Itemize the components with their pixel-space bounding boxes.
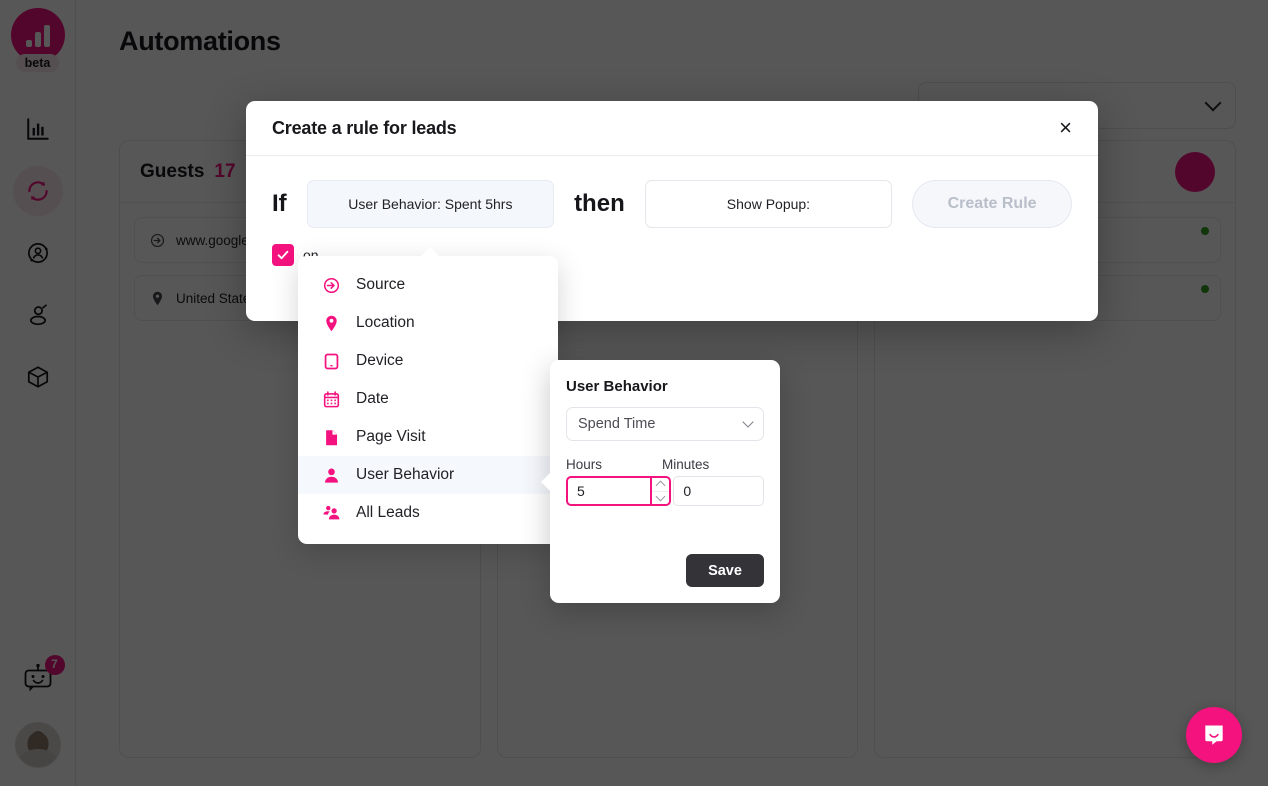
dropdown-item-source[interactable]: Source — [298, 266, 558, 304]
then-label: then — [574, 190, 625, 217]
action-button[interactable]: Show Popup: — [644, 180, 893, 228]
condition-chip[interactable]: User Behavior: Spent 5hrs — [306, 180, 555, 228]
people-group-icon — [322, 504, 341, 523]
dropdown-item-page-visit[interactable]: Page Visit — [298, 418, 558, 456]
rule-option-checkbox[interactable] — [272, 244, 294, 266]
close-icon[interactable]: × — [1059, 117, 1072, 139]
dropdown-item-label: Source — [356, 276, 406, 293]
dropdown-item-user-behavior[interactable]: User Behavior — [298, 456, 558, 494]
chevron-up-icon — [655, 480, 666, 491]
source-icon — [322, 276, 341, 295]
person-icon — [322, 466, 341, 485]
hours-field[interactable] — [566, 476, 652, 506]
rule-builder-row: If User Behavior: Spent 5hrs then Show P… — [246, 156, 1098, 228]
dropdown-item-label: Device — [356, 352, 404, 369]
chevron-down-icon — [742, 416, 754, 428]
dropdown-item-label: Date — [356, 390, 389, 407]
check-icon — [277, 250, 289, 260]
save-button[interactable]: Save — [686, 554, 764, 587]
intercom-chat-icon — [1205, 725, 1223, 745]
minutes-field[interactable] — [673, 476, 764, 506]
dropdown-item-label: Page Visit — [356, 428, 426, 445]
hours-input[interactable] — [568, 478, 650, 504]
behavior-type-select[interactable]: Spend Time — [566, 407, 764, 441]
dropdown-item-date[interactable]: Date — [298, 380, 558, 418]
intercom-launcher[interactable] — [1186, 707, 1242, 763]
dropdown-item-device[interactable]: Device — [298, 342, 558, 380]
hours-stepper[interactable] — [651, 476, 672, 506]
popover-title: User Behavior — [566, 378, 668, 395]
dropdown-item-label: User Behavior — [356, 466, 455, 483]
action-button-label: Show Popup: — [726, 196, 811, 212]
location-pin-icon — [322, 314, 341, 333]
create-rule-label: Create Rule — [947, 195, 1037, 212]
calendar-icon — [322, 390, 341, 409]
dropdown-item-all-leads[interactable]: All Leads — [298, 494, 558, 532]
device-tablet-icon — [322, 352, 341, 371]
condition-chip-label: User Behavior: Spent 5hrs — [348, 196, 513, 212]
time-field-labels: Hours Minutes — [566, 457, 764, 472]
if-label: If — [272, 190, 287, 217]
behavior-type-value: Spend Time — [578, 416, 656, 432]
modal-title: Create a rule for leads — [272, 117, 457, 138]
create-rule-button[interactable]: Create Rule — [912, 180, 1073, 228]
minutes-input[interactable] — [674, 477, 763, 505]
chevron-down-icon — [655, 491, 666, 502]
user-behavior-popover: User Behavior Spend Time Hours Minutes S… — [541, 360, 780, 603]
time-inputs — [566, 476, 764, 506]
dropdown-item-label: All Leads — [356, 504, 420, 521]
page-icon — [322, 428, 341, 447]
app-root: beta — [0, 0, 1268, 786]
dropdown-item-location[interactable]: Location — [298, 304, 558, 342]
condition-dropdown: Source Location Device Date Page Visit U… — [298, 247, 558, 544]
minutes-label: Minutes — [662, 457, 710, 472]
dropdown-item-label: Location — [356, 314, 415, 331]
hours-increment-button[interactable] — [651, 478, 670, 492]
modal-header: Create a rule for leads × — [246, 101, 1098, 156]
hours-decrement-button[interactable] — [652, 491, 670, 505]
hours-label: Hours — [566, 457, 603, 472]
